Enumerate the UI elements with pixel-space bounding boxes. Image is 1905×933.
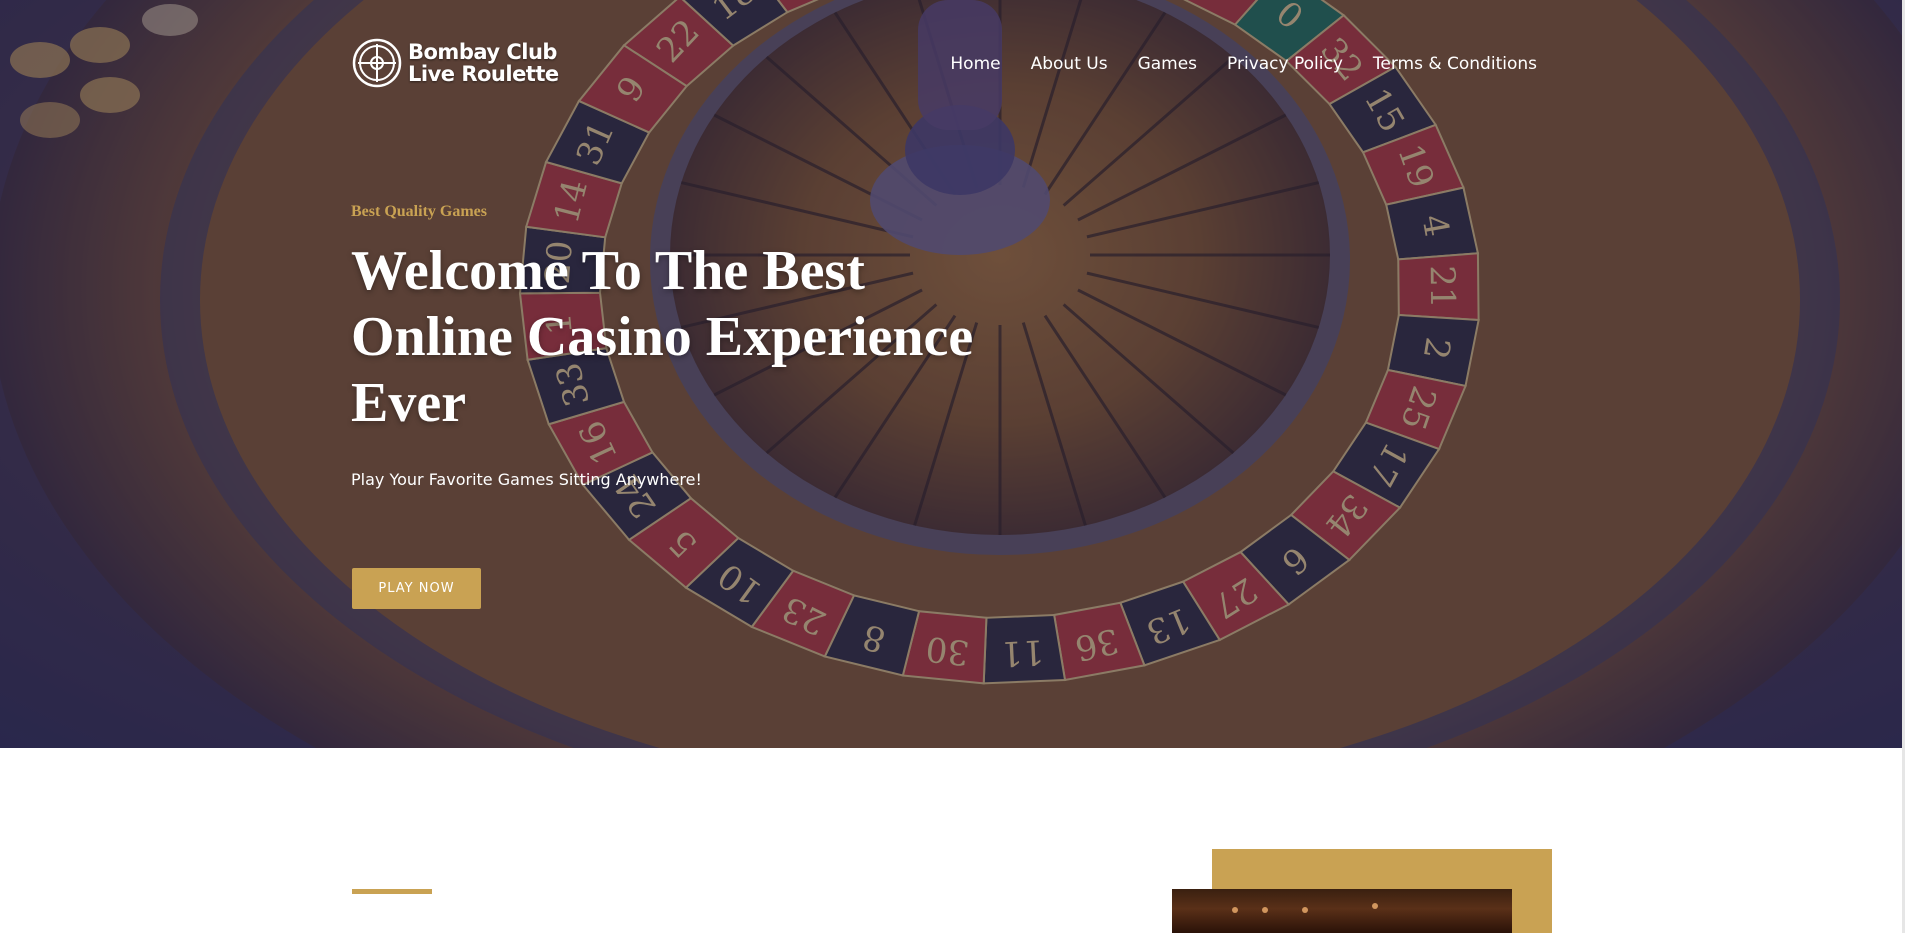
casino-interior-image (1172, 889, 1512, 933)
main-nav: Home About Us Games Privacy Policy Terms… (950, 54, 1537, 74)
nav-home[interactable]: Home (950, 54, 1000, 74)
brand-logo[interactable]: Bombay Club Live Roulette (352, 36, 559, 90)
nav-about-us[interactable]: About Us (1031, 54, 1108, 74)
brand-name: Bombay Club Live Roulette (408, 41, 559, 85)
brand-name-line1: Bombay Club (408, 40, 557, 64)
hero-headline-line1: Welcome To The Best (351, 240, 865, 302)
hero-eyebrow: Best Quality Games (351, 203, 487, 220)
hero-headline: Welcome To The Best Online Casino Experi… (351, 238, 1031, 436)
hero-headline-line2: Online Casino Experience (351, 306, 974, 368)
brand-name-line2: Live Roulette (408, 62, 559, 86)
nav-privacy-policy[interactable]: Privacy Policy (1227, 54, 1343, 74)
nav-terms-conditions[interactable]: Terms & Conditions (1373, 54, 1537, 74)
play-now-button[interactable]: PLAY NOW (352, 568, 481, 609)
hero-headline-line3: Ever (351, 372, 467, 434)
hero-tagline: Play Your Favorite Games Sitting Anywher… (351, 470, 702, 489)
nav-games[interactable]: Games (1138, 54, 1197, 74)
roulette-wheel-logo-icon (352, 38, 402, 88)
section-accent-line (352, 889, 432, 894)
